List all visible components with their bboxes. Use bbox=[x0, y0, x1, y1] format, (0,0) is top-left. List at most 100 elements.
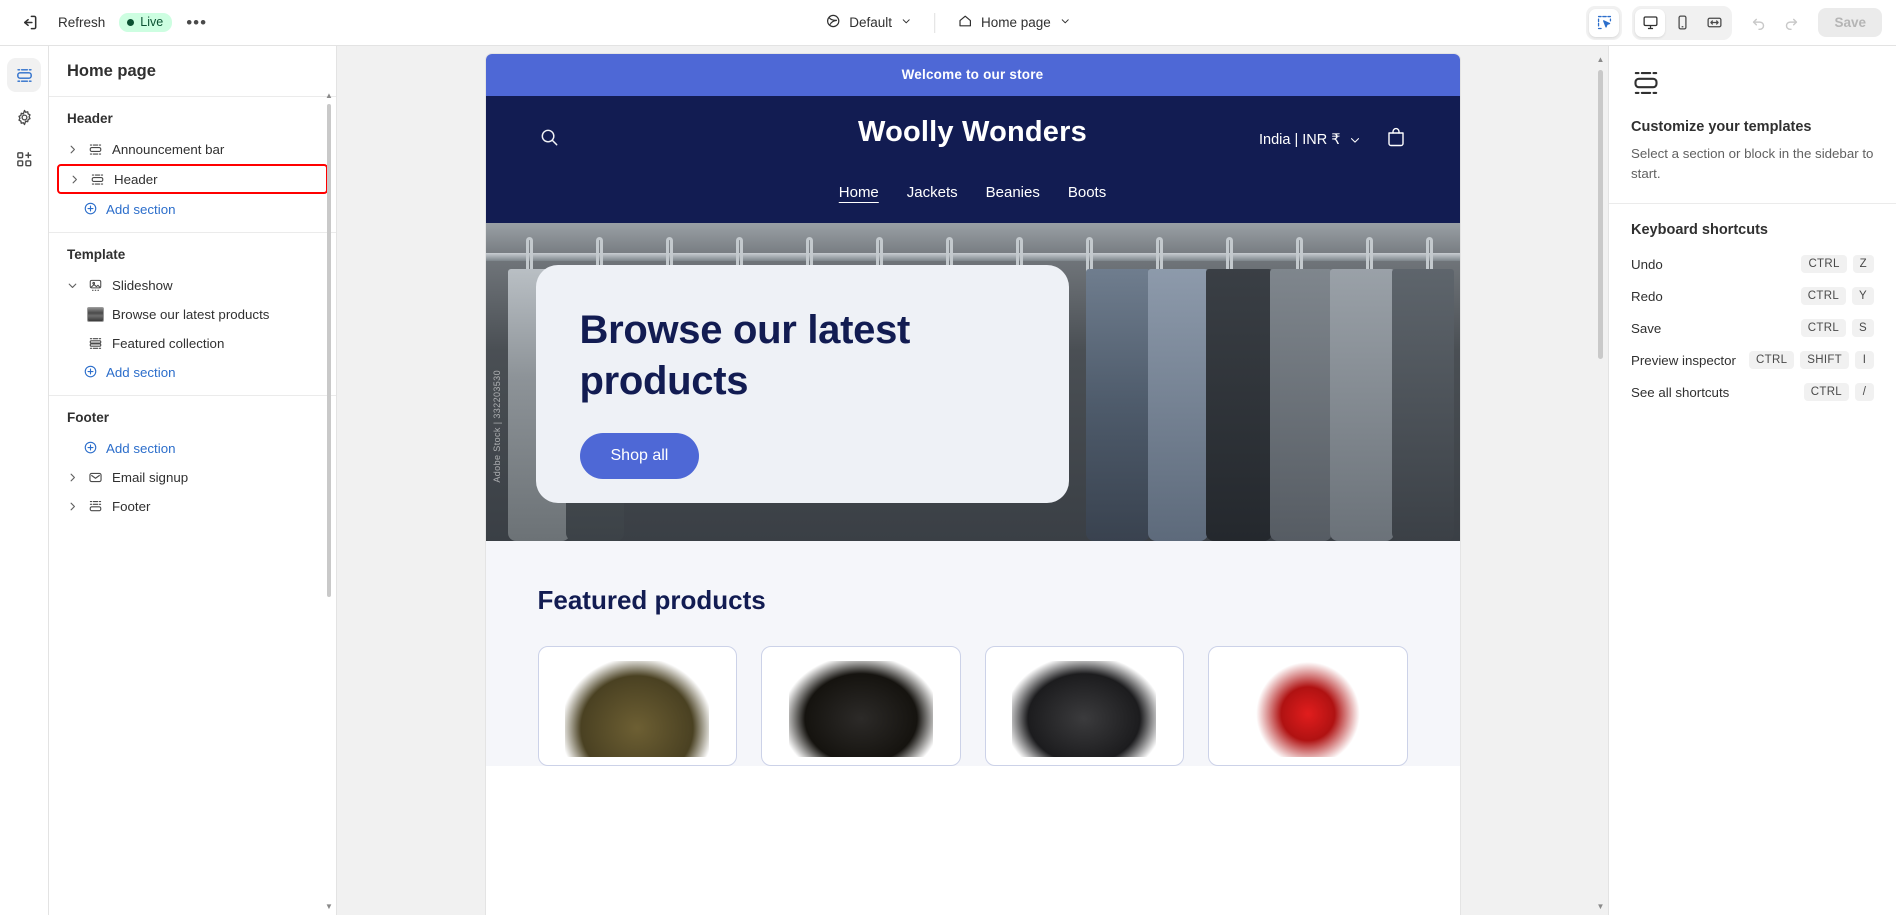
image-thumbnail-icon bbox=[87, 306, 104, 322]
shortcut-keys: CTRL S bbox=[1800, 319, 1874, 338]
sidebar-item-label: Browse our latest products bbox=[112, 306, 270, 322]
nav-link-jackets[interactable]: Jackets bbox=[907, 184, 958, 201]
sidebar-item-announcement-bar[interactable]: Announcement bar bbox=[57, 135, 328, 163]
chevron-down-icon[interactable] bbox=[65, 278, 79, 292]
product-card-red-pompom-beanie[interactable] bbox=[1208, 646, 1408, 766]
slideshow-section[interactable]: Adobe Stock | 332203530 Browse our lates… bbox=[485, 223, 1460, 541]
nav-link-beanies[interactable]: Beanies bbox=[986, 184, 1040, 201]
scroll-down-arrow-icon[interactable]: ▼ bbox=[325, 903, 333, 911]
shortcut-keys: CTRL / bbox=[1803, 383, 1874, 402]
apps-blocks-icon[interactable] bbox=[7, 142, 41, 176]
scrollbar-track[interactable] bbox=[327, 104, 331, 899]
chevron-down-icon bbox=[1350, 138, 1359, 143]
shopping-bag-icon[interactable] bbox=[1384, 126, 1408, 155]
product-image bbox=[1235, 661, 1380, 757]
section-group-footer: Footer Add section Email signup Footer bbox=[49, 396, 336, 529]
shortcut-row-save: Save CTRL S bbox=[1631, 312, 1874, 344]
product-card-black-jacket[interactable] bbox=[984, 646, 1184, 766]
group-label-footer: Footer bbox=[67, 410, 109, 425]
toolbar-divider bbox=[933, 12, 935, 33]
shortcut-label: Save bbox=[1631, 320, 1662, 336]
search-icon[interactable] bbox=[538, 126, 561, 154]
section-block-icon bbox=[1631, 68, 1874, 103]
shop-all-button[interactable]: Shop all bbox=[579, 433, 700, 480]
store-logo[interactable]: Woolly Wonders bbox=[858, 116, 1087, 149]
undo-icon[interactable] bbox=[1744, 8, 1774, 38]
shortcut-label: Preview inspector bbox=[1631, 352, 1736, 368]
shortcut-label: Undo bbox=[1631, 256, 1663, 272]
history-controls bbox=[1744, 8, 1806, 38]
exit-icon[interactable] bbox=[14, 8, 44, 38]
theme-selector[interactable]: Default bbox=[815, 8, 922, 37]
mobile-view-button[interactable] bbox=[1667, 9, 1697, 37]
featured-collection-section[interactable]: Featured products bbox=[485, 541, 1460, 766]
fullwidth-view-button[interactable] bbox=[1699, 9, 1729, 37]
inspector-toggle[interactable] bbox=[1589, 8, 1620, 37]
add-section-button-footer[interactable]: Add section bbox=[57, 434, 328, 462]
plus-circle-icon bbox=[83, 364, 99, 380]
add-section-button-header[interactable]: Add section bbox=[57, 195, 328, 223]
scrollbar-track[interactable] bbox=[1598, 70, 1603, 897]
chevron-down-icon bbox=[1059, 15, 1071, 30]
chevron-right-icon[interactable] bbox=[65, 470, 79, 484]
product-image bbox=[565, 661, 710, 757]
theme-settings-gear-icon[interactable] bbox=[7, 100, 41, 134]
preview-area: Welcome to our store Woolly Wonders Indi… bbox=[337, 46, 1608, 915]
chevron-right-icon[interactable] bbox=[65, 499, 79, 513]
stock-watermark: Adobe Stock | 332203530 bbox=[491, 370, 502, 483]
key-cap: CTRL bbox=[1800, 319, 1847, 338]
sidebar-item-featured-collection[interactable]: Featured collection bbox=[57, 329, 328, 357]
sidebar-item-email-signup[interactable]: Email signup bbox=[57, 463, 328, 491]
scroll-up-arrow-icon[interactable]: ▲ bbox=[325, 92, 333, 100]
page-title: Home page bbox=[49, 46, 336, 97]
country-currency-selector[interactable]: India | INR ₹ bbox=[1259, 132, 1362, 148]
add-section-button-template[interactable]: Add section bbox=[57, 358, 328, 386]
envelope-icon bbox=[87, 469, 104, 486]
save-button[interactable]: Save bbox=[1818, 8, 1882, 37]
product-grid bbox=[486, 616, 1460, 766]
sidebar-item-slideshow[interactable]: Slideshow bbox=[57, 271, 328, 299]
product-card-boots[interactable] bbox=[537, 646, 737, 766]
sidebar-item-header[interactable]: Header bbox=[57, 164, 328, 194]
empty-state: Customize your templates Select a sectio… bbox=[1609, 46, 1896, 205]
scrollbar-thumb[interactable] bbox=[1598, 70, 1603, 360]
viewport-toggle-group bbox=[1632, 5, 1733, 40]
page-selector[interactable]: Home page bbox=[947, 8, 1081, 37]
product-card-leopard-jacket[interactable] bbox=[761, 646, 961, 766]
sidebar-item-label: Header bbox=[114, 171, 158, 187]
shortcut-row-see-all-shortcuts[interactable]: See all shortcuts CTRL / bbox=[1631, 376, 1874, 408]
shortcut-keys: CTRL Y bbox=[1800, 287, 1874, 306]
shortcut-label: Redo bbox=[1631, 288, 1663, 304]
sections-list: Header Announcement bar Header Add secti… bbox=[49, 97, 336, 915]
scroll-down-arrow-icon[interactable]: ▼ bbox=[1597, 903, 1605, 911]
toolbar-center-group: Default Home page bbox=[815, 8, 1081, 37]
nav-link-boots[interactable]: Boots bbox=[1068, 184, 1106, 201]
empty-state-heading: Customize your templates bbox=[1631, 119, 1812, 135]
scroll-up-arrow-icon[interactable]: ▲ bbox=[1597, 56, 1605, 64]
desktop-view-button[interactable] bbox=[1635, 8, 1666, 37]
empty-state-subtext: Select a section or block in the sidebar… bbox=[1631, 146, 1874, 181]
nav-link-home[interactable]: Home bbox=[839, 184, 879, 201]
store-header-right: India | INR ₹ bbox=[1259, 126, 1408, 155]
section-group-header: Header Announcement bar Header Add secti… bbox=[49, 97, 336, 233]
sections-icon[interactable] bbox=[7, 58, 41, 92]
preview-scrollbar[interactable]: ▲ ▼ bbox=[1595, 56, 1606, 911]
store-header: Woolly Wonders India | INR ₹ Home Jacket… bbox=[485, 96, 1460, 223]
theme-editor: Refresh Live ••• Default Home page Save … bbox=[0, 0, 1896, 915]
refresh-button[interactable]: Refresh bbox=[58, 15, 105, 30]
sidebar-item-footer[interactable]: Footer bbox=[57, 492, 328, 520]
key-cap: S bbox=[1852, 319, 1874, 338]
key-cap: Z bbox=[1852, 255, 1874, 274]
more-options-icon[interactable]: ••• bbox=[186, 14, 207, 31]
announcement-bar[interactable]: Welcome to our store bbox=[485, 54, 1460, 96]
chevron-right-icon[interactable] bbox=[67, 172, 81, 186]
shortcut-keys: CTRL Z bbox=[1801, 255, 1874, 274]
scrollbar-thumb[interactable] bbox=[327, 104, 331, 597]
redo-icon[interactable] bbox=[1776, 8, 1806, 38]
product-image bbox=[1012, 661, 1157, 757]
page-selector-label: Home page bbox=[980, 15, 1051, 30]
store-header-top: Woolly Wonders India | INR ₹ bbox=[486, 112, 1460, 168]
sidebar-item-browse-our-latest-products[interactable]: Browse our latest products bbox=[57, 300, 328, 328]
sidebar-scrollbar[interactable]: ▲ ▼ bbox=[324, 92, 334, 911]
chevron-right-icon[interactable] bbox=[65, 142, 79, 156]
